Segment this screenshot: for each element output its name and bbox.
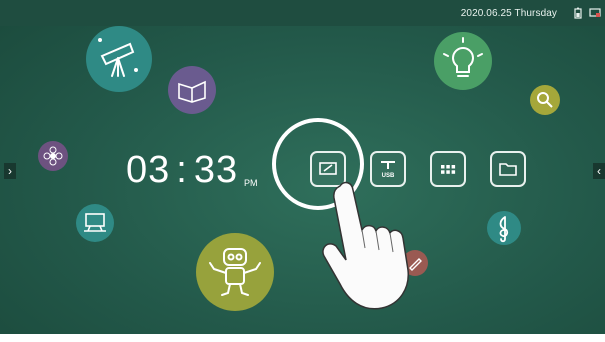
status-bar: 2020.06.25 Thursday: [0, 0, 605, 26]
book-bubble[interactable]: [168, 66, 216, 114]
treble-clef-icon: [499, 216, 509, 243]
computer-icon: [84, 213, 106, 232]
telescope-bubble[interactable]: [86, 26, 152, 92]
folder-icon: [499, 163, 517, 176]
lightbulb-icon: [443, 37, 483, 77]
robot-bubble[interactable]: [196, 233, 274, 311]
date-time-text: 2020.06.25 Thursday: [460, 8, 557, 19]
lightbulb-bubble[interactable]: [434, 32, 492, 90]
computer-bubble[interactable]: [76, 204, 114, 242]
pointing-hand-icon: [322, 181, 409, 310]
magnifier-bubble[interactable]: [530, 85, 560, 115]
robot-icon: [209, 248, 261, 296]
files-tile[interactable]: [490, 151, 526, 187]
left-nav-arrow[interactable]: ›: [4, 163, 16, 179]
book-icon: [178, 80, 206, 103]
telescope-icon: [98, 38, 138, 77]
clock-separator: :: [176, 149, 188, 191]
right-nav-arrow[interactable]: ‹: [593, 163, 605, 179]
grid-icon: [441, 165, 456, 174]
usb-icon: [381, 161, 395, 169]
clock-minutes: 33: [193, 149, 239, 191]
clock-display: 03:33: [126, 149, 238, 192]
clock-period: PM: [244, 178, 258, 188]
battery-icon: [574, 7, 582, 19]
home-screen: 2020.06.25 Thursday › ‹ 03: 33 PM USB: [0, 0, 605, 342]
music-bubble[interactable]: [487, 211, 521, 245]
magnifier-icon: [537, 92, 553, 108]
clock-hours: 03: [126, 149, 171, 191]
flower-icon: [43, 146, 63, 166]
bottom-border: [0, 334, 605, 342]
screen-icon[interactable]: [589, 7, 601, 19]
flower-bubble[interactable]: [38, 141, 68, 171]
